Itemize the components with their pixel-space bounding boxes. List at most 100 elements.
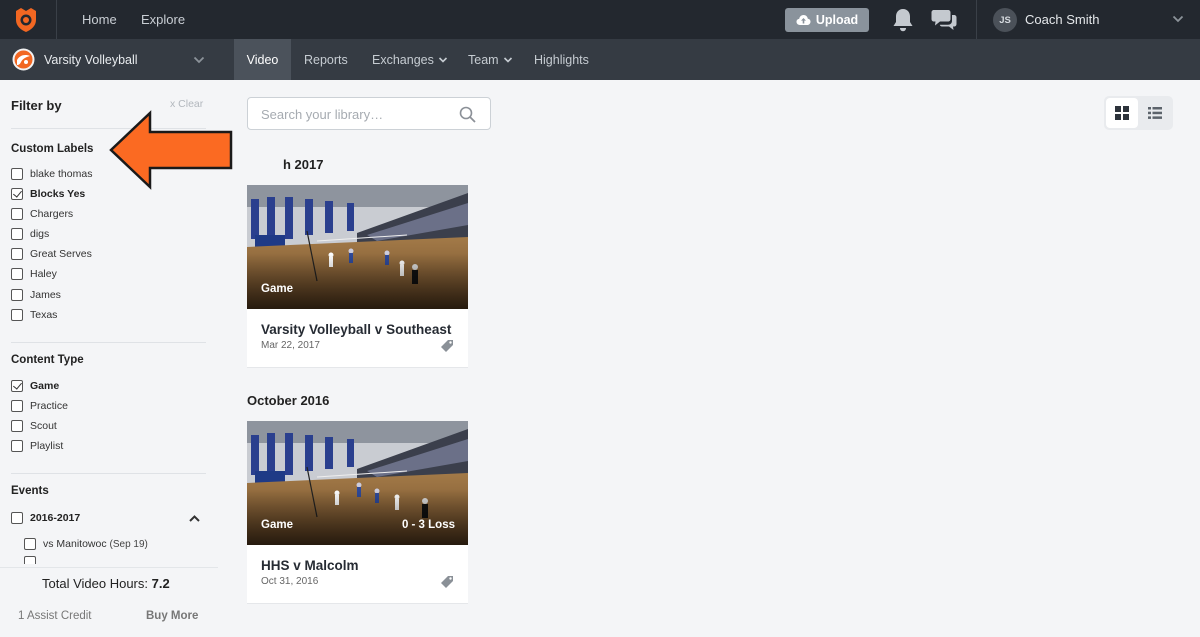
tag-icon[interactable] (440, 575, 454, 589)
video-title[interactable]: Varsity Volleyball v Southeast (261, 322, 451, 337)
section-title-custom-labels: Custom Labels (11, 143, 94, 155)
buy-more-link[interactable]: Buy More (146, 610, 198, 622)
filter-checkbox-haley[interactable]: Haley (11, 266, 57, 282)
top-bar: Home Explore Upload JS Coach Smith (0, 0, 1200, 39)
search-input[interactable] (261, 105, 451, 123)
filter-checkbox-scout[interactable]: Scout (11, 418, 57, 434)
list-icon (1148, 107, 1162, 119)
filter-checkbox-playlist[interactable]: Playlist (11, 438, 63, 454)
filter-checkbox-chargers[interactable]: Chargers (11, 206, 73, 222)
filter-checkbox-event[interactable]: vs Manitowoc (Sep 19) (24, 536, 148, 552)
notification-bell-icon[interactable] (891, 7, 915, 33)
grid-icon (1115, 106, 1129, 120)
checkbox-checked[interactable] (11, 380, 23, 392)
tab-team[interactable]: Team (468, 39, 513, 80)
checkbox[interactable] (11, 309, 23, 321)
filter-checkbox-texas[interactable]: Texas (11, 307, 57, 323)
checkbox[interactable] (11, 289, 23, 301)
checkbox-label: Great Serves (30, 248, 92, 260)
checkbox-label: Playlist (30, 440, 64, 452)
hudl-logo-icon[interactable] (13, 7, 39, 33)
checkbox-label: James (30, 289, 61, 301)
event-name: vs Manitowoc (43, 538, 107, 550)
filter-title: Filter by (11, 98, 62, 113)
tag-icon[interactable] (440, 339, 454, 353)
avatar[interactable]: JS (993, 8, 1017, 32)
search-icon[interactable] (459, 106, 476, 123)
tab-label: Exchanges (372, 52, 434, 67)
tab-video[interactable]: Video (234, 39, 291, 80)
filter-checkbox-blocks-yes[interactable]: Blocks Yes (11, 186, 85, 202)
checkbox[interactable] (11, 512, 23, 524)
total-hours-label: Total Video Hours: (42, 576, 148, 591)
filter-checkbox-game[interactable]: Game (11, 378, 59, 394)
tab-label: Highlights (534, 52, 589, 67)
event-date: (Sep 19) (109, 539, 148, 550)
filter-checkbox-blake-thomas[interactable]: blake thomas (11, 166, 92, 182)
checkbox-label: 2016-2017 (30, 512, 81, 524)
checkbox[interactable] (11, 420, 23, 432)
checkbox-label: Game (30, 380, 60, 392)
video-type-label: Game (261, 519, 293, 531)
checkbox[interactable] (11, 268, 23, 280)
tab-highlights[interactable]: Highlights (534, 39, 589, 80)
checkbox[interactable] (11, 208, 23, 220)
month-heading: October 2016 (247, 393, 330, 408)
assist-credit: 1 Assist Credit (18, 610, 92, 622)
checkbox[interactable] (11, 228, 23, 240)
checkbox-label: Blocks Yes (30, 188, 86, 200)
top-divider-2 (976, 0, 977, 39)
tab-label: Team (468, 52, 499, 67)
checkbox[interactable] (24, 556, 36, 564)
video-date: Mar 22, 2017 (261, 340, 320, 351)
video-date: Oct 31, 2016 (261, 576, 319, 587)
checkbox-label: Scout (30, 420, 57, 432)
checkbox[interactable] (11, 248, 23, 260)
checkbox[interactable] (11, 440, 23, 452)
total-video-hours: Total Video Hours: 7.2 (42, 576, 170, 591)
team-nav-bar: Varsity Volleyball Video Reports Exchang… (0, 39, 1200, 80)
nav-explore[interactable]: Explore (141, 12, 185, 27)
chevron-up-icon[interactable] (188, 512, 201, 525)
top-divider (56, 0, 57, 39)
section-title-events: Events (11, 485, 49, 497)
messages-icon[interactable] (931, 8, 957, 32)
chevron-down-icon[interactable] (193, 54, 205, 66)
video-card[interactable]: Game 0 - 3 Loss HHS v Malcolm Oct 31, 20… (247, 421, 468, 604)
filter-checkbox-practice[interactable]: Practice (11, 398, 68, 414)
video-title[interactable]: HHS v Malcolm (261, 558, 359, 573)
filter-checkbox-digs[interactable]: digs (11, 226, 49, 242)
video-thumbnail[interactable]: Game (247, 185, 468, 309)
checkbox[interactable] (11, 400, 23, 412)
tab-exchanges[interactable]: Exchanges (372, 39, 448, 80)
list-view-button[interactable] (1139, 98, 1171, 128)
filter-checkbox-event-partial[interactable] (24, 556, 36, 564)
video-thumbnail[interactable]: Game 0 - 3 Loss (247, 421, 468, 545)
library-search[interactable] (247, 97, 491, 130)
checkbox[interactable] (24, 538, 36, 550)
checkbox[interactable] (11, 168, 23, 180)
checkbox-label: Texas (30, 309, 58, 321)
team-logo-icon[interactable] (12, 48, 35, 71)
nav-home[interactable]: Home (82, 12, 117, 27)
video-card[interactable]: Game Varsity Volleyball v Southeast Mar … (247, 185, 468, 368)
tab-reports[interactable]: Reports (304, 39, 348, 80)
filter-checkbox-season[interactable]: 2016-2017 (11, 510, 80, 526)
chevron-down-icon (438, 56, 447, 63)
checkbox-label: Chargers (30, 208, 74, 220)
team-name[interactable]: Varsity Volleyball (44, 53, 138, 67)
grid-view-button[interactable] (1106, 98, 1138, 128)
annotation-arrow-icon (109, 110, 233, 190)
filter-checkbox-great-serves[interactable]: Great Serves (11, 246, 92, 262)
tab-label: Reports (304, 52, 348, 67)
divider (11, 342, 206, 343)
upload-button[interactable]: Upload (785, 8, 869, 32)
clear-filters-button[interactable]: x Clear (170, 98, 203, 110)
chevron-down-icon (503, 56, 512, 63)
chevron-down-icon[interactable] (1172, 13, 1184, 25)
view-toggle (1104, 96, 1173, 130)
checkbox-label: Haley (30, 268, 57, 280)
filter-checkbox-james[interactable]: James (11, 287, 61, 303)
checkbox-checked[interactable] (11, 188, 23, 200)
user-name[interactable]: Coach Smith (1025, 12, 1099, 27)
